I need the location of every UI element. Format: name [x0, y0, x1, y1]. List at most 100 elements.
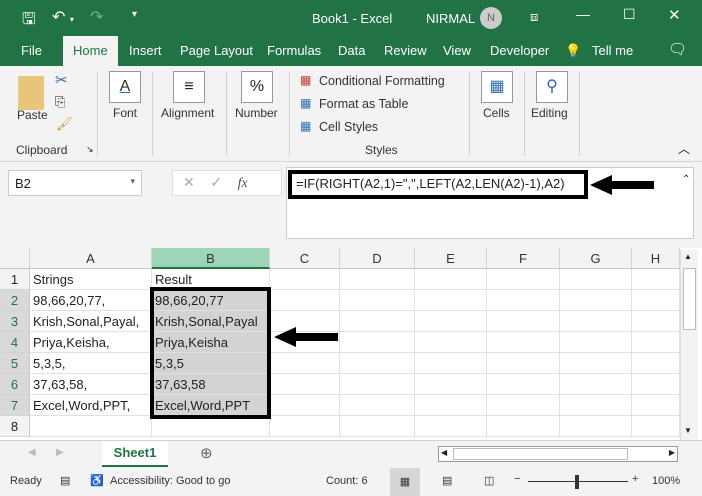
- scroll-left-icon[interactable]: ◀: [441, 448, 447, 457]
- tab-formulas[interactable]: Formulas: [267, 43, 321, 58]
- cell-B4[interactable]: Priya,Keisha: [152, 332, 270, 353]
- cell-G6[interactable]: [560, 374, 632, 395]
- prev-sheet-icon[interactable]: ◀: [28, 447, 36, 458]
- cell-B2[interactable]: 98,66,20,77: [152, 290, 270, 311]
- cell-D8[interactable]: [340, 416, 415, 437]
- tab-insert[interactable]: Insert: [129, 43, 162, 58]
- cell-E3[interactable]: [415, 311, 487, 332]
- expand-formula-icon[interactable]: ⌃: [682, 174, 690, 185]
- page-break-view-icon[interactable]: ◫: [484, 474, 494, 487]
- cell-B5[interactable]: 5,3,5: [152, 353, 270, 374]
- percent-icon[interactable]: %: [241, 71, 273, 103]
- macro-recording-icon[interactable]: ▤: [60, 474, 70, 487]
- column-header-h[interactable]: H: [632, 248, 680, 269]
- cell-E7[interactable]: [415, 395, 487, 416]
- column-header-e[interactable]: E: [415, 248, 487, 269]
- cell-C8[interactable]: [270, 416, 340, 437]
- enter-icon[interactable]: ✓: [210, 174, 222, 190]
- tab-file[interactable]: File: [21, 43, 42, 58]
- cell-F1[interactable]: [487, 269, 560, 290]
- column-header-d[interactable]: D: [340, 248, 415, 269]
- find-icon[interactable]: ⚲: [536, 71, 568, 103]
- cell-E8[interactable]: [415, 416, 487, 437]
- cell-A3[interactable]: Krish,Sonal,Payal,: [30, 311, 152, 332]
- cells-button[interactable]: Cells: [483, 106, 510, 120]
- cell-C1[interactable]: [270, 269, 340, 290]
- cell-A8[interactable]: [30, 416, 152, 437]
- cell-E5[interactable]: [415, 353, 487, 374]
- paste-icon[interactable]: [18, 76, 44, 110]
- cell-D5[interactable]: [340, 353, 415, 374]
- zoom-level[interactable]: 100%: [652, 475, 680, 487]
- cell-C2[interactable]: [270, 290, 340, 311]
- page-layout-view-icon[interactable]: ▤: [442, 474, 452, 487]
- row-header-7[interactable]: 7: [0, 395, 30, 416]
- row-header-1[interactable]: 1: [0, 269, 30, 290]
- cell-D3[interactable]: [340, 311, 415, 332]
- normal-view-icon[interactable]: ▦: [390, 468, 420, 496]
- cell-E6[interactable]: [415, 374, 487, 395]
- cell-F8[interactable]: [487, 416, 560, 437]
- cancel-icon[interactable]: ✕: [183, 174, 195, 190]
- copy-icon[interactable]: ⎘: [55, 94, 65, 110]
- cell-G3[interactable]: [560, 311, 632, 332]
- cell-G2[interactable]: [560, 290, 632, 311]
- cell-F6[interactable]: [487, 374, 560, 395]
- name-box[interactable]: B2 ▾: [8, 170, 142, 196]
- customize-qat-icon[interactable]: ▾: [132, 9, 137, 20]
- cell-A6[interactable]: 37,63,58,: [30, 374, 152, 395]
- cell-H7[interactable]: [632, 395, 680, 416]
- avatar[interactable]: N: [480, 7, 502, 29]
- cell-F2[interactable]: [487, 290, 560, 311]
- cell-B3[interactable]: Krish,Sonal,Payal: [152, 311, 270, 332]
- cell-H4[interactable]: [632, 332, 680, 353]
- scroll-right-icon[interactable]: ▶: [669, 448, 675, 457]
- cell-H3[interactable]: [632, 311, 680, 332]
- tell-me-search[interactable]: Tell me: [592, 43, 633, 58]
- cell-D6[interactable]: [340, 374, 415, 395]
- collapse-ribbon-icon[interactable]: ︿: [678, 140, 690, 157]
- tab-home[interactable]: Home: [63, 36, 118, 66]
- cells-icon[interactable]: ▦: [481, 71, 513, 103]
- column-header-c[interactable]: C: [270, 248, 340, 269]
- cell-F3[interactable]: [487, 311, 560, 332]
- row-header-2[interactable]: 2: [0, 290, 30, 311]
- cell-H8[interactable]: [632, 416, 680, 437]
- row-header-5[interactable]: 5: [0, 353, 30, 374]
- cell-B7[interactable]: Excel,Word,PPT: [152, 395, 270, 416]
- cell-F5[interactable]: [487, 353, 560, 374]
- zoom-in-button[interactable]: +: [632, 473, 638, 485]
- cell-G5[interactable]: [560, 353, 632, 374]
- font-button[interactable]: Font: [113, 106, 137, 120]
- cell-G4[interactable]: [560, 332, 632, 353]
- scroll-thumb[interactable]: [683, 268, 696, 330]
- undo-icon[interactable]: ↶ ▾: [52, 7, 74, 27]
- cell-E1[interactable]: [415, 269, 487, 290]
- column-header-b[interactable]: B: [152, 248, 270, 269]
- cell-B8[interactable]: [152, 416, 270, 437]
- tab-developer[interactable]: Developer: [490, 43, 549, 58]
- column-header-f[interactable]: F: [487, 248, 560, 269]
- row-header-8[interactable]: 8: [0, 416, 30, 437]
- cell-C5[interactable]: [270, 353, 340, 374]
- zoom-out-button[interactable]: −: [514, 473, 520, 485]
- cell-G7[interactable]: [560, 395, 632, 416]
- vertical-scrollbar[interactable]: ▲ ▼: [680, 250, 698, 440]
- row-header-4[interactable]: 4: [0, 332, 30, 353]
- editing-button[interactable]: Editing: [531, 106, 568, 120]
- format-painter-icon[interactable]: 🖌: [56, 116, 73, 132]
- column-header-g[interactable]: G: [560, 248, 632, 269]
- paste-button[interactable]: Paste: [17, 108, 48, 122]
- conditional-formatting-button[interactable]: Conditional Formatting: [319, 74, 445, 88]
- next-sheet-icon[interactable]: ▶: [56, 447, 64, 458]
- h-scroll-thumb[interactable]: [453, 448, 628, 460]
- format-as-table-button[interactable]: Format as Table: [319, 97, 408, 111]
- tab-view[interactable]: View: [443, 43, 471, 58]
- horizontal-scrollbar[interactable]: ◀ ▶: [438, 446, 678, 462]
- scroll-up-icon[interactable]: ▲: [684, 252, 692, 261]
- cell-D2[interactable]: [340, 290, 415, 311]
- cell-G8[interactable]: [560, 416, 632, 437]
- cell-A1[interactable]: Strings: [30, 269, 152, 290]
- sheet-tab-sheet1[interactable]: Sheet1: [102, 441, 168, 467]
- cell-styles-button[interactable]: Cell Styles: [319, 120, 378, 134]
